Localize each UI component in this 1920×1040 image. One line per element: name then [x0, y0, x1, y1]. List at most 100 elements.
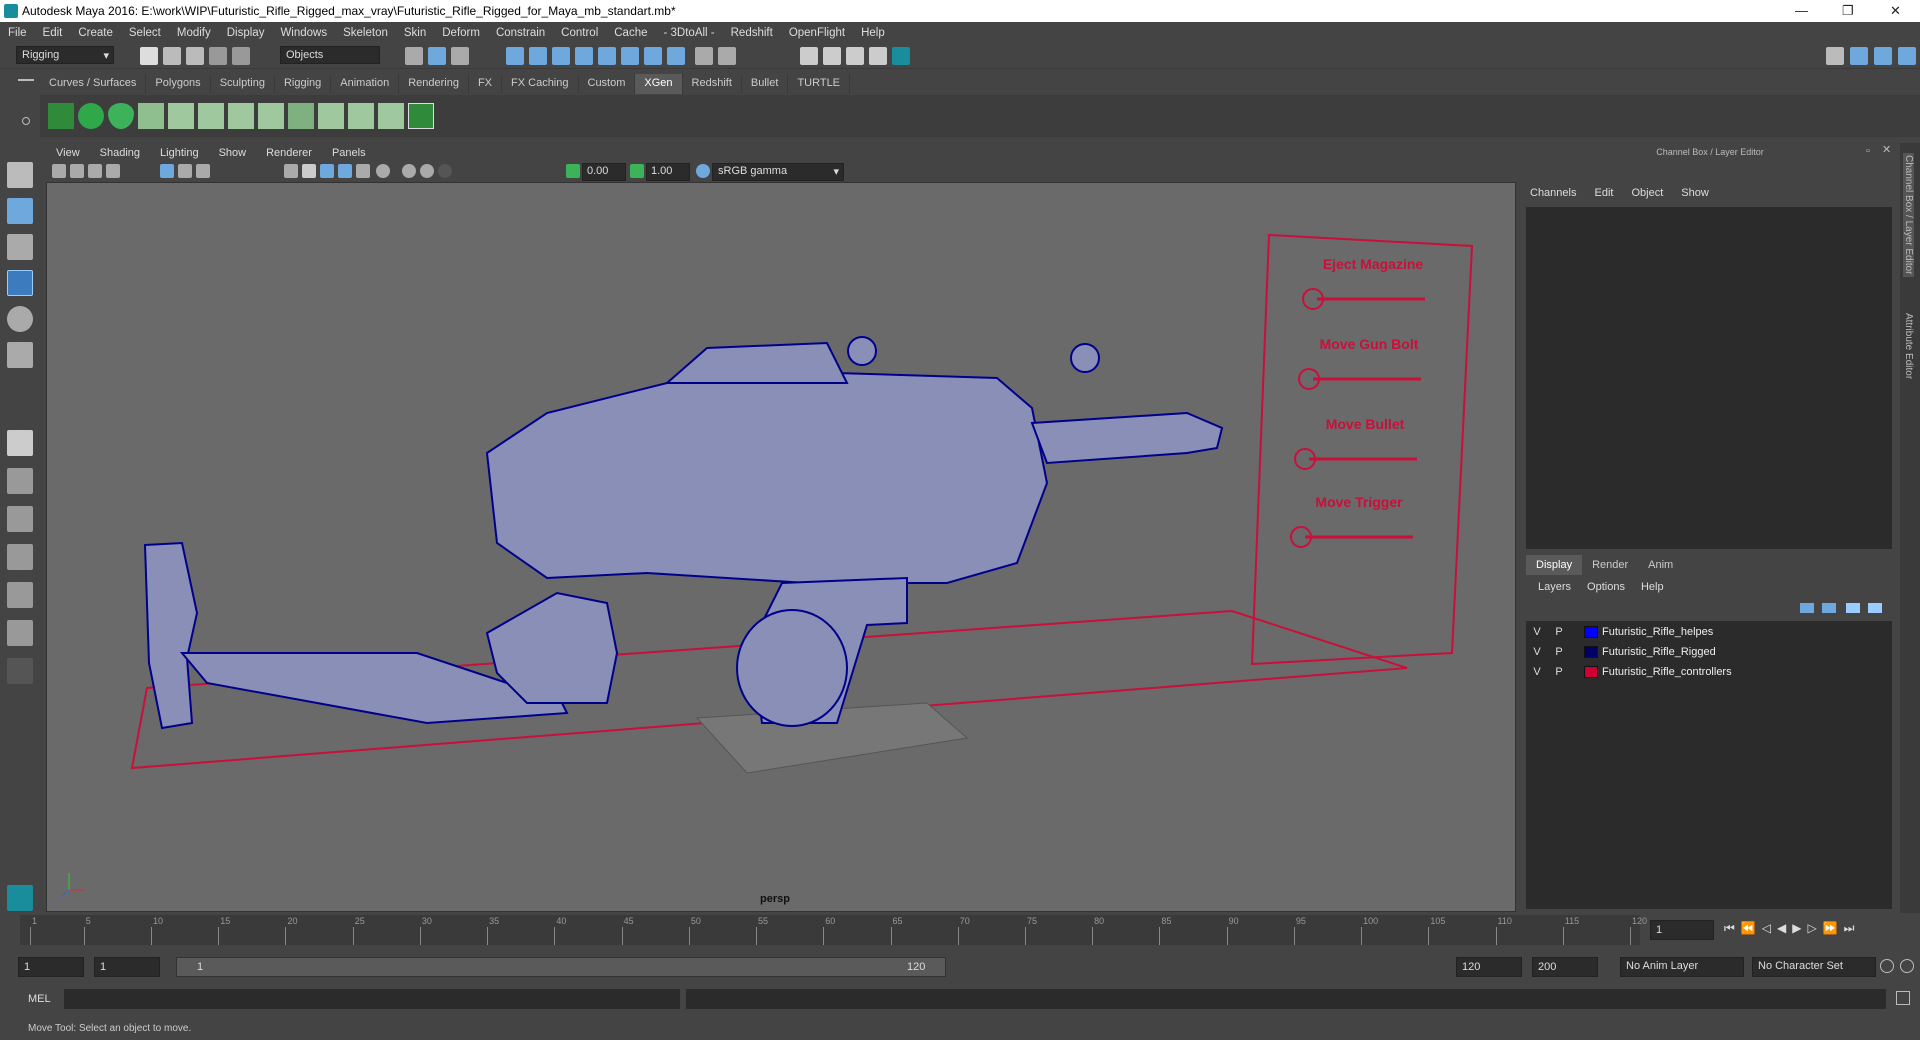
- wireframe-on-shaded-icon[interactable]: [320, 164, 334, 178]
- step-back-key-icon[interactable]: ⏪: [1741, 921, 1756, 936]
- layer-color-swatch[interactable]: [1584, 626, 1598, 638]
- paint-select-icon[interactable]: [7, 234, 33, 260]
- step-forward-key-icon[interactable]: ⏩: [1823, 921, 1838, 936]
- time-ruler[interactable]: 1 5 10 15 20 25 30 35 40 45 50 55 60 65 70 75 80 85 90 95 10…: [20, 915, 1647, 945]
- go-to-end-icon[interactable]: ⏭: [1844, 921, 1855, 936]
- snap-curve-icon[interactable]: [529, 47, 547, 65]
- tab-anim[interactable]: Anim: [1638, 555, 1683, 575]
- move-layer-up-icon[interactable]: [1800, 603, 1814, 613]
- layer-name[interactable]: Futuristic_Rifle_helpes: [1602, 626, 1713, 638]
- layer-row[interactable]: V P Futuristic_Rifle_Rigged: [1526, 643, 1892, 661]
- four-view-icon[interactable]: [7, 468, 33, 494]
- new-scene-icon[interactable]: [140, 47, 158, 65]
- snap-live-icon[interactable]: [621, 47, 639, 65]
- menu-control[interactable]: Control: [553, 27, 606, 39]
- select-component-icon[interactable]: [451, 47, 469, 65]
- open-scene-icon[interactable]: [163, 47, 181, 65]
- vp-menu-panels[interactable]: Panels: [322, 147, 376, 159]
- preferences-icon[interactable]: [1900, 959, 1914, 973]
- xgen-cut-icon[interactable]: [378, 103, 404, 129]
- camera-attributes-icon[interactable]: [70, 164, 84, 178]
- xgen-guide-tool-icon[interactable]: [198, 103, 224, 129]
- menu-deform[interactable]: Deform: [434, 27, 488, 39]
- menu-cache[interactable]: Cache: [606, 27, 655, 39]
- time-slider[interactable]: 1 5 10 15 20 25 30 35 40 45 50 55 60 65 70 75 80 85 90 95 10…: [0, 915, 1920, 945]
- tab-animation[interactable]: Animation: [331, 74, 400, 94]
- layer-visibility[interactable]: V: [1526, 666, 1548, 678]
- vp-menu-lighting[interactable]: Lighting: [150, 147, 209, 159]
- cb-menu-object[interactable]: Object: [1631, 187, 1663, 199]
- playback-end-field[interactable]: 120: [1456, 957, 1522, 977]
- camera-icon[interactable]: [52, 164, 66, 178]
- gamma-field[interactable]: 1.00: [646, 163, 690, 181]
- menu-constrain[interactable]: Constrain: [488, 27, 553, 39]
- construction-history-icon[interactable]: [718, 47, 736, 65]
- motion-blur-icon[interactable]: [420, 164, 434, 178]
- layer-visibility[interactable]: V: [1526, 626, 1548, 638]
- xgen-export-icon[interactable]: [408, 103, 434, 129]
- exposure-field[interactable]: 0.00: [582, 163, 626, 181]
- menu-skin[interactable]: Skin: [396, 27, 434, 39]
- menu-select[interactable]: Select: [121, 27, 169, 39]
- tab-fx[interactable]: FX: [469, 74, 503, 94]
- bookmark-icon[interactable]: [88, 164, 102, 178]
- xgen-editor-icon[interactable]: [48, 103, 74, 129]
- select-hierarchy-icon[interactable]: [405, 47, 423, 65]
- command-language-label[interactable]: MEL: [28, 993, 51, 1005]
- tab-turtle[interactable]: TURTLE: [788, 74, 851, 94]
- command-input[interactable]: [64, 989, 680, 1009]
- animation-end-field[interactable]: 200: [1532, 957, 1598, 977]
- menu-file[interactable]: File: [0, 27, 35, 39]
- tab-bullet[interactable]: Bullet: [742, 74, 789, 94]
- snap-view-icon[interactable]: [575, 47, 593, 65]
- tab-sculpting[interactable]: Sculpting: [211, 74, 275, 94]
- select-object-icon[interactable]: [428, 47, 446, 65]
- render-view-layout-icon[interactable]: [7, 620, 33, 646]
- single-view-icon[interactable]: [7, 430, 33, 456]
- script-editor-icon[interactable]: [1896, 991, 1910, 1005]
- ipr-render-icon[interactable]: [846, 47, 864, 65]
- xgen-clump-icon[interactable]: [258, 103, 284, 129]
- layer-playback[interactable]: P: [1548, 646, 1570, 658]
- tab-fx-caching[interactable]: FX Caching: [502, 74, 579, 94]
- menu-edit[interactable]: Edit: [35, 27, 71, 39]
- tab-redshift[interactable]: Redshift: [683, 74, 742, 94]
- layer-color-swatch[interactable]: [1584, 646, 1598, 658]
- menu-3dtoall[interactable]: - 3DtoAll -: [656, 27, 723, 39]
- anti-aliasing-icon[interactable]: [438, 164, 452, 178]
- lock-icon[interactable]: [695, 47, 713, 65]
- snap-uv-icon[interactable]: [644, 47, 662, 65]
- color-management-icon[interactable]: [696, 164, 710, 178]
- move-layer-down-icon[interactable]: [1822, 603, 1836, 613]
- auto-key-icon[interactable]: [1880, 959, 1894, 973]
- menu-redshift[interactable]: Redshift: [723, 27, 781, 39]
- menu-windows[interactable]: Windows: [272, 27, 335, 39]
- cb-menu-channels[interactable]: Channels: [1530, 187, 1576, 199]
- snap-point-icon[interactable]: [552, 47, 570, 65]
- shelf-settings-icon[interactable]: [22, 117, 30, 125]
- current-frame-field[interactable]: 1: [1650, 920, 1714, 940]
- side-tab-channel-box[interactable]: Channel Box / Layer Editor: [1903, 153, 1914, 277]
- tab-xgen[interactable]: XGen: [635, 74, 683, 94]
- hypershade-icon[interactable]: [892, 47, 910, 65]
- float-panel-icon[interactable]: ▫: [1866, 145, 1870, 157]
- render-view-icon[interactable]: [800, 47, 818, 65]
- vp-menu-renderer[interactable]: Renderer: [256, 147, 322, 159]
- exposure-icon[interactable]: [566, 164, 580, 178]
- cb-menu-edit[interactable]: Edit: [1594, 187, 1613, 199]
- le-menu-options[interactable]: Options: [1587, 581, 1625, 593]
- image-plane-icon[interactable]: [106, 164, 120, 178]
- menu-set-dropdown[interactable]: Rigging ▾: [16, 46, 114, 64]
- viewport-3d[interactable]: Eject Magazine Move Gun Bolt Move Bullet…: [46, 182, 1516, 912]
- gamma-icon[interactable]: [630, 164, 644, 178]
- close-icon[interactable]: ✕: [1890, 3, 1901, 19]
- grid-toggle-icon[interactable]: [160, 164, 174, 178]
- render-settings-icon[interactable]: [869, 47, 887, 65]
- xgen-density-icon[interactable]: [288, 103, 314, 129]
- scale-tool-icon[interactable]: [7, 342, 33, 368]
- playback-start-field[interactable]: 1: [94, 957, 160, 977]
- layer-row[interactable]: V P Futuristic_Rifle_helpes: [1526, 623, 1892, 641]
- lights-icon[interactable]: [356, 164, 370, 178]
- layer-playback[interactable]: P: [1548, 666, 1570, 678]
- save-scene-icon[interactable]: [186, 47, 204, 65]
